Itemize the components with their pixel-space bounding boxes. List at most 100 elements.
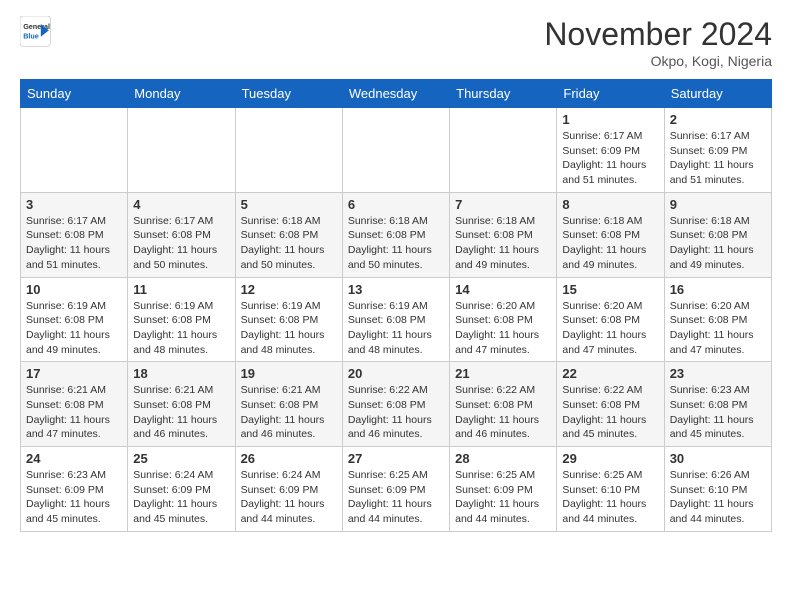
day-info: Sunrise: 6:22 AMSunset: 6:08 PMDaylight:… (455, 383, 551, 442)
day-info: Sunrise: 6:19 AMSunset: 6:08 PMDaylight:… (348, 299, 444, 358)
calendar-cell: 11 Sunrise: 6:19 AMSunset: 6:08 PMDayligh… (128, 277, 235, 362)
day-number: 2 (670, 112, 766, 127)
day-info: Sunrise: 6:20 AMSunset: 6:08 PMDaylight:… (670, 299, 766, 358)
week-row-4: 17Sunrise: 6:21 AMSunset: 6:08 PMDayligh… (21, 362, 772, 447)
day-info: Sunrise: 6:17 AMSunset: 6:08 PMDaylight:… (133, 214, 229, 273)
day-info: Sunrise: 6:17 AMSunset: 6:09 PMDaylight:… (562, 129, 658, 188)
calendar-cell: 26 Sunrise: 6:24 AMSunset: 6:09 PMDayligh… (235, 447, 342, 532)
day-info: Sunrise: 6:18 AMSunset: 6:08 PMDaylight:… (348, 214, 444, 273)
day-info: Sunrise: 6:19 AMSunset: 6:08 PMDaylight:… (241, 299, 337, 358)
calendar-cell: 27Sunrise: 6:25 AMSunset: 6:09 PMDayligh… (342, 447, 449, 532)
calendar-cell: 6 Sunrise: 6:18 AMSunset: 6:08 PMDaylight… (342, 192, 449, 277)
day-info: Sunrise: 6:18 AMSunset: 6:08 PMDaylight:… (455, 214, 551, 273)
day-info: Sunrise: 6:18 AMSunset: 6:08 PMDaylight:… (241, 214, 337, 273)
day-info: Sunrise: 6:24 AMSunset: 6:09 PMDaylight:… (241, 468, 337, 527)
day-number: 25 (133, 451, 229, 466)
day-info: Sunrise: 6:19 AMSunset: 6:08 PMDaylight:… (26, 299, 122, 358)
week-row-1: 1 Sunrise: 6:17 AMSunset: 6:09 PMDaylight… (21, 108, 772, 193)
title-area: November 2024 Okpo, Kogi, Nigeria (544, 16, 772, 69)
logo-area: General Blue (20, 16, 56, 48)
location: Okpo, Kogi, Nigeria (544, 53, 772, 69)
day-number: 22 (562, 366, 658, 381)
day-header-tuesday: Tuesday (235, 80, 342, 108)
calendar-cell: 28 Sunrise: 6:25 AMSunset: 6:09 PMDayligh… (450, 447, 557, 532)
day-number: 20 (348, 366, 444, 381)
calendar-cell: 8 Sunrise: 6:18 AMSunset: 6:08 PMDaylight… (557, 192, 664, 277)
week-row-3: 10 Sunrise: 6:19 AMSunset: 6:08 PMDayligh… (21, 277, 772, 362)
day-number: 12 (241, 282, 337, 297)
day-number: 11 (133, 282, 229, 297)
day-info: Sunrise: 6:20 AMSunset: 6:08 PMDaylight:… (455, 299, 551, 358)
calendar-cell: 18 Sunrise: 6:21 AMSunset: 6:08 PMDayligh… (128, 362, 235, 447)
day-info: Sunrise: 6:25 AMSunset: 6:09 PMDaylight:… (455, 468, 551, 527)
calendar-cell: 5 Sunrise: 6:18 AMSunset: 6:08 PMDaylight… (235, 192, 342, 277)
day-number: 16 (670, 282, 766, 297)
day-info: Sunrise: 6:21 AMSunset: 6:08 PMDaylight:… (26, 383, 122, 442)
day-number: 21 (455, 366, 551, 381)
calendar-cell: 2 Sunrise: 6:17 AMSunset: 6:09 PMDaylight… (664, 108, 771, 193)
day-info: Sunrise: 6:21 AMSunset: 6:08 PMDaylight:… (133, 383, 229, 442)
day-number: 6 (348, 197, 444, 212)
day-number: 19 (241, 366, 337, 381)
day-header-monday: Monday (128, 80, 235, 108)
day-info: Sunrise: 6:19 AMSunset: 6:08 PMDaylight:… (133, 299, 229, 358)
day-number: 30 (670, 451, 766, 466)
calendar-cell: 3Sunrise: 6:17 AMSunset: 6:08 PMDaylight… (21, 192, 128, 277)
day-header-sunday: Sunday (21, 80, 128, 108)
calendar-cell: 24Sunrise: 6:23 AMSunset: 6:09 PMDayligh… (21, 447, 128, 532)
calendar-cell (450, 108, 557, 193)
day-header-thursday: Thursday (450, 80, 557, 108)
calendar-header-row: SundayMondayTuesdayWednesdayThursdayFrid… (21, 80, 772, 108)
day-number: 8 (562, 197, 658, 212)
day-number: 24 (26, 451, 122, 466)
calendar-cell: 17Sunrise: 6:21 AMSunset: 6:08 PMDayligh… (21, 362, 128, 447)
calendar: SundayMondayTuesdayWednesdayThursdayFrid… (20, 79, 772, 532)
day-info: Sunrise: 6:22 AMSunset: 6:08 PMDaylight:… (562, 383, 658, 442)
calendar-cell: 23Sunrise: 6:23 AMSunset: 6:08 PMDayligh… (664, 362, 771, 447)
calendar-cell: 21 Sunrise: 6:22 AMSunset: 6:08 PMDayligh… (450, 362, 557, 447)
calendar-cell: 25Sunrise: 6:24 AMSunset: 6:09 PMDayligh… (128, 447, 235, 532)
day-number: 26 (241, 451, 337, 466)
calendar-cell: 15 Sunrise: 6:20 AMSunset: 6:08 PMDayligh… (557, 277, 664, 362)
day-info: Sunrise: 6:17 AMSunset: 6:08 PMDaylight:… (26, 214, 122, 273)
week-row-2: 3Sunrise: 6:17 AMSunset: 6:08 PMDaylight… (21, 192, 772, 277)
calendar-cell (128, 108, 235, 193)
day-info: Sunrise: 6:21 AMSunset: 6:08 PMDaylight:… (241, 383, 337, 442)
header: General Blue November 2024 Okpo, Kogi, N… (20, 16, 772, 69)
day-info: Sunrise: 6:18 AMSunset: 6:08 PMDaylight:… (670, 214, 766, 273)
day-number: 4 (133, 197, 229, 212)
day-info: Sunrise: 6:20 AMSunset: 6:08 PMDaylight:… (562, 299, 658, 358)
logo-icon: General Blue (20, 16, 52, 48)
calendar-cell: 12 Sunrise: 6:19 AMSunset: 6:08 PMDayligh… (235, 277, 342, 362)
day-number: 1 (562, 112, 658, 127)
calendar-cell: 4 Sunrise: 6:17 AMSunset: 6:08 PMDaylight… (128, 192, 235, 277)
calendar-cell (235, 108, 342, 193)
day-number: 18 (133, 366, 229, 381)
day-number: 10 (26, 282, 122, 297)
calendar-cell: 29 Sunrise: 6:25 AMSunset: 6:10 PMDayligh… (557, 447, 664, 532)
page: General Blue November 2024 Okpo, Kogi, N… (0, 0, 792, 552)
day-info: Sunrise: 6:22 AMSunset: 6:08 PMDaylight:… (348, 383, 444, 442)
day-info: Sunrise: 6:17 AMSunset: 6:09 PMDaylight:… (670, 129, 766, 188)
day-number: 15 (562, 282, 658, 297)
calendar-cell: 16 Sunrise: 6:20 AMSunset: 6:08 PMDayligh… (664, 277, 771, 362)
month-title: November 2024 (544, 16, 772, 53)
calendar-cell: 10 Sunrise: 6:19 AMSunset: 6:08 PMDayligh… (21, 277, 128, 362)
day-number: 14 (455, 282, 551, 297)
calendar-cell: 30 Sunrise: 6:26 AMSunset: 6:10 PMDayligh… (664, 447, 771, 532)
day-info: Sunrise: 6:18 AMSunset: 6:08 PMDaylight:… (562, 214, 658, 273)
calendar-cell: 19 Sunrise: 6:21 AMSunset: 6:08 PMDayligh… (235, 362, 342, 447)
day-info: Sunrise: 6:26 AMSunset: 6:10 PMDaylight:… (670, 468, 766, 527)
calendar-cell (342, 108, 449, 193)
day-header-saturday: Saturday (664, 80, 771, 108)
calendar-cell: 7 Sunrise: 6:18 AMSunset: 6:08 PMDaylight… (450, 192, 557, 277)
day-number: 5 (241, 197, 337, 212)
day-info: Sunrise: 6:25 AMSunset: 6:09 PMDaylight:… (348, 468, 444, 527)
day-info: Sunrise: 6:25 AMSunset: 6:10 PMDaylight:… (562, 468, 658, 527)
day-number: 7 (455, 197, 551, 212)
day-info: Sunrise: 6:23 AMSunset: 6:08 PMDaylight:… (670, 383, 766, 442)
calendar-cell: 20 Sunrise: 6:22 AMSunset: 6:08 PMDayligh… (342, 362, 449, 447)
day-number: 29 (562, 451, 658, 466)
day-number: 28 (455, 451, 551, 466)
calendar-cell: 13Sunrise: 6:19 AMSunset: 6:08 PMDayligh… (342, 277, 449, 362)
